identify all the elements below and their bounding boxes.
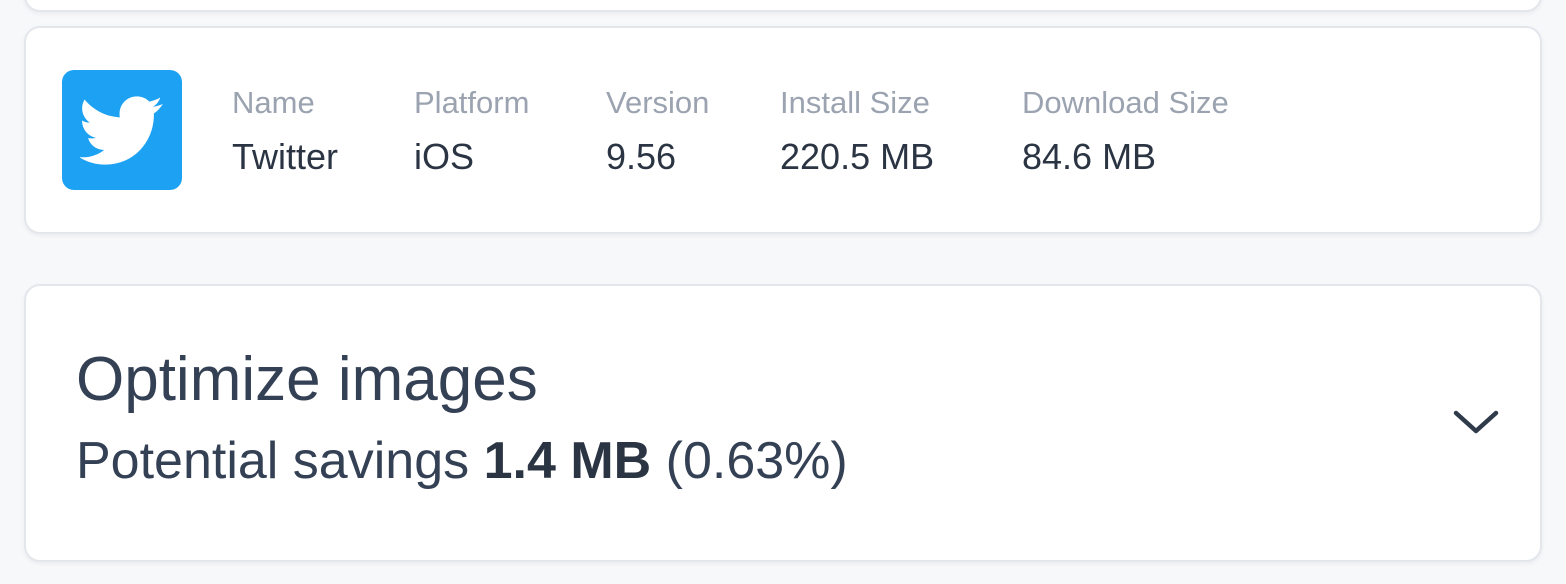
twitter-bird-icon [80, 96, 163, 165]
download-size-label: Download Size [1022, 85, 1229, 120]
app-summary-card: Name Twitter Platform iOS Version 9.56 I… [24, 26, 1542, 234]
download-size-field: Download Size 84.6 MB [1022, 84, 1229, 176]
version-field: Version 9.56 [606, 84, 709, 176]
version-label: Version [606, 85, 710, 120]
download-size-value: 84.6 MB [1022, 136, 1157, 177]
platform-field: Platform iOS [414, 84, 529, 176]
app-name-value: Twitter [232, 136, 339, 177]
previous-card [24, 0, 1542, 12]
savings-prefix: Potential savings [76, 432, 484, 490]
platform-label: Platform [414, 85, 530, 120]
savings-percent: (0.63%) [651, 432, 848, 490]
install-size-value: 220.5 MB [780, 136, 935, 177]
potential-savings: Potential savings 1.4 MB (0.63%) [76, 430, 848, 492]
insight-title: Optimize images [76, 345, 538, 414]
app-name-label: Name [232, 85, 315, 120]
expand-toggle-button[interactable] [1450, 396, 1502, 448]
optimize-images-card[interactable]: Optimize images Potential savings 1.4 MB… [24, 284, 1542, 562]
app-icon [62, 70, 182, 190]
version-value: 9.56 [606, 136, 677, 177]
install-size-field: Install Size 220.5 MB [780, 84, 934, 176]
chevron-down-icon [1453, 410, 1499, 434]
app-name-field: Name Twitter [232, 84, 338, 176]
install-size-label: Install Size [780, 85, 930, 120]
savings-amount: 1.4 MB [483, 432, 652, 490]
platform-value: iOS [414, 136, 475, 177]
